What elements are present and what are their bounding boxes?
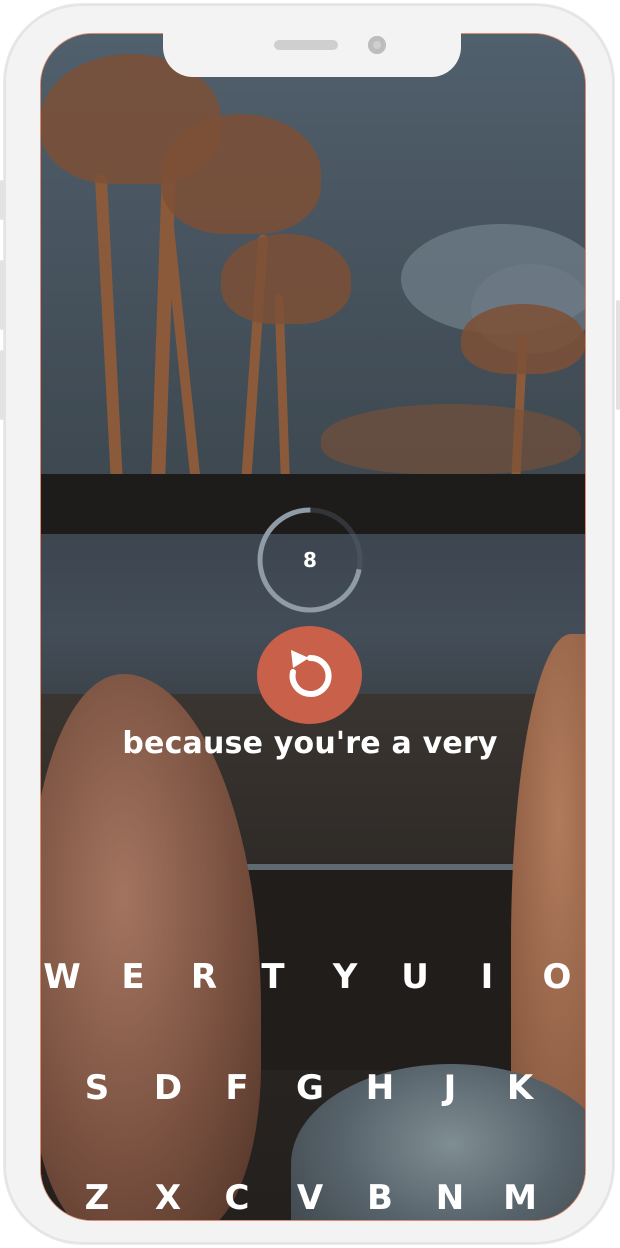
key-x[interactable]: X [148, 1178, 188, 1218]
key-c[interactable]: C [217, 1178, 257, 1218]
key-g[interactable]: G [290, 1068, 330, 1108]
key-e[interactable]: E [113, 957, 153, 997]
key-z[interactable]: Z [77, 1178, 117, 1218]
countdown-timer: 8 [255, 505, 365, 615]
side-button [0, 260, 4, 330]
key-s[interactable]: S [77, 1068, 117, 1108]
key-y[interactable]: Y [325, 957, 365, 997]
key-m[interactable]: M [500, 1178, 540, 1218]
key-b[interactable]: B [360, 1178, 400, 1218]
restart-button[interactable] [257, 626, 362, 724]
side-button [0, 350, 4, 420]
side-button [616, 300, 620, 410]
key-j[interactable]: J [430, 1068, 470, 1108]
restart-icon [289, 650, 332, 697]
key-v[interactable]: V [290, 1178, 330, 1218]
key-d[interactable]: D [148, 1068, 188, 1108]
camera-icon [368, 36, 386, 54]
key-r[interactable]: R [184, 957, 224, 997]
key-i[interactable]: I [467, 957, 507, 997]
key-o[interactable]: O [537, 957, 577, 997]
palm-frond [221, 234, 351, 324]
speaker-grille [274, 40, 338, 50]
palm-frond [161, 114, 321, 234]
phrase-text: because you're a very [122, 726, 498, 761]
timer-value: 8 [303, 548, 317, 572]
key-h[interactable]: H [360, 1068, 400, 1108]
palm-frond [461, 304, 585, 374]
key-u[interactable]: U [395, 957, 435, 997]
key-w[interactable]: W [42, 957, 82, 997]
palm-frond [321, 404, 581, 474]
side-button [0, 180, 4, 220]
key-f[interactable]: F [217, 1068, 257, 1108]
key-t[interactable]: T [253, 957, 293, 997]
key-k[interactable]: K [500, 1068, 540, 1108]
key-n[interactable]: N [430, 1178, 470, 1218]
